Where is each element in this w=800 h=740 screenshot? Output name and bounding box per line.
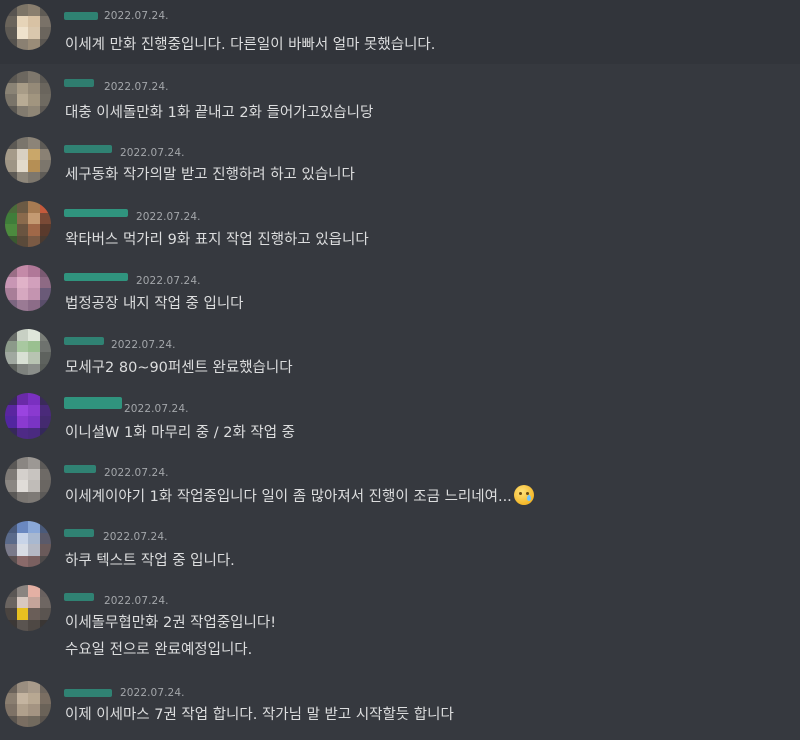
chat-message[interactable]: 2022.07.24. 이세돌무협만화 2권 작업중입니다! 수요일 전으로 완… bbox=[0, 581, 800, 669]
username-blurred[interactable] bbox=[64, 593, 94, 601]
username-blurred[interactable] bbox=[64, 397, 122, 409]
avatar[interactable] bbox=[5, 4, 51, 50]
message-timestamp: 2022.07.24. bbox=[136, 211, 201, 223]
message-text: 대충 이세돌만화 1화 끝내고 2화 들어가고있습니당 bbox=[65, 105, 374, 121]
message-timestamp: 2022.07.24. bbox=[104, 81, 169, 93]
message-timestamp: 2022.07.24. bbox=[136, 275, 201, 287]
message-timestamp: 2022.07.24. bbox=[111, 339, 176, 351]
chat-message[interactable]: 2022.07.24. 왁타버스 먹가리 9화 표지 작업 진행하고 있읍니다 bbox=[0, 197, 800, 261]
username-blurred[interactable] bbox=[64, 145, 112, 153]
username-blurred[interactable] bbox=[64, 12, 98, 20]
message-text: 이세돌무협만화 2권 작업중입니다! bbox=[65, 615, 277, 631]
username-blurred[interactable] bbox=[64, 209, 128, 217]
avatar[interactable] bbox=[5, 521, 51, 567]
chat-message[interactable]: 2022.07.24. 모세구2 80~90퍼센트 완료했습니다 bbox=[0, 325, 800, 389]
avatar[interactable] bbox=[5, 457, 51, 503]
username-blurred[interactable] bbox=[64, 337, 104, 345]
message-timestamp: 2022.07.24. bbox=[103, 531, 168, 543]
chat-message[interactable]: 2022.07.24. 법정공장 내지 작업 중 입니다 bbox=[0, 261, 800, 325]
crying-face-emoji-icon bbox=[513, 485, 534, 505]
chat-message[interactable]: 2022.07.24. 이세계이야기 1화 작업중입니다 일이 좀 많아져서 진… bbox=[0, 453, 800, 517]
message-text-line-2: 수요일 전으로 완료예정입니다. bbox=[65, 642, 253, 658]
message-timestamp: 2022.07.24. bbox=[120, 147, 185, 159]
message-text: 이세계이야기 1화 작업중입니다 일이 좀 많아져서 진행이 조금 느리네여..… bbox=[65, 485, 534, 506]
username-blurred[interactable] bbox=[64, 529, 94, 537]
message-text: 세구동화 작가의말 받고 진행하려 하고 있습니다 bbox=[65, 167, 355, 183]
chat-message[interactable]: 2022.07.24. 하쿠 텍스트 작업 중 입니다. bbox=[0, 517, 800, 581]
chat-message[interactable]: 2022.07.24. 이세계 만화 진행중입니다. 다른일이 바빠서 얼마 못… bbox=[0, 0, 800, 64]
avatar[interactable] bbox=[5, 329, 51, 375]
message-text: 이세계 만화 진행중입니다. 다른일이 바빠서 얼마 못했습니다. bbox=[65, 37, 436, 53]
message-text: 왁타버스 먹가리 9화 표지 작업 진행하고 있읍니다 bbox=[65, 232, 369, 248]
chat-message[interactable]: 2022.07.24. 세구동화 작가의말 받고 진행하려 하고 있습니다 bbox=[0, 133, 800, 197]
message-text: 하쿠 텍스트 작업 중 입니다. bbox=[65, 553, 235, 569]
message-timestamp: 2022.07.24. bbox=[104, 10, 169, 22]
avatar[interactable] bbox=[5, 71, 51, 117]
message-timestamp: 2022.07.24. bbox=[104, 467, 169, 479]
chat-message[interactable]: 2022.07.24. 대충 이세돌만화 1화 끝내고 2화 들어가고있습니당 bbox=[0, 67, 800, 131]
avatar[interactable] bbox=[5, 585, 51, 631]
chat-message-list: 2022.07.24. 이세계 만화 진행중입니다. 다른일이 바빠서 얼마 못… bbox=[0, 0, 800, 740]
username-blurred[interactable] bbox=[64, 79, 94, 87]
message-text-content: 이세계이야기 1화 작업중입니다 일이 좀 많아져서 진행이 조금 느리네여..… bbox=[65, 489, 512, 505]
message-timestamp: 2022.07.24. bbox=[120, 687, 185, 699]
chat-message[interactable]: 2022.07.24. 이제 이세마스 7권 작업 합니다. 작가님 말 받고 … bbox=[0, 677, 800, 740]
message-text: 이제 이세마스 7권 작업 합니다. 작가님 말 받고 시작할듯 합니다 bbox=[65, 707, 454, 723]
username-blurred[interactable] bbox=[64, 273, 128, 281]
message-text: 모세구2 80~90퍼센트 완료했습니다 bbox=[65, 360, 293, 376]
avatar[interactable] bbox=[5, 265, 51, 311]
avatar[interactable] bbox=[5, 201, 51, 247]
message-text: 법정공장 내지 작업 중 입니다 bbox=[65, 296, 244, 312]
username-blurred[interactable] bbox=[64, 689, 112, 697]
message-timestamp: 2022.07.24. bbox=[124, 403, 189, 415]
avatar[interactable] bbox=[5, 681, 51, 727]
message-timestamp: 2022.07.24. bbox=[104, 595, 169, 607]
avatar[interactable] bbox=[5, 393, 51, 439]
avatar[interactable] bbox=[5, 137, 51, 183]
username-blurred[interactable] bbox=[64, 465, 96, 473]
chat-message[interactable]: 2022.07.24. 이니셜W 1화 마무리 중 / 2화 작업 중 bbox=[0, 389, 800, 453]
message-text: 이니셜W 1화 마무리 중 / 2화 작업 중 bbox=[65, 425, 296, 441]
